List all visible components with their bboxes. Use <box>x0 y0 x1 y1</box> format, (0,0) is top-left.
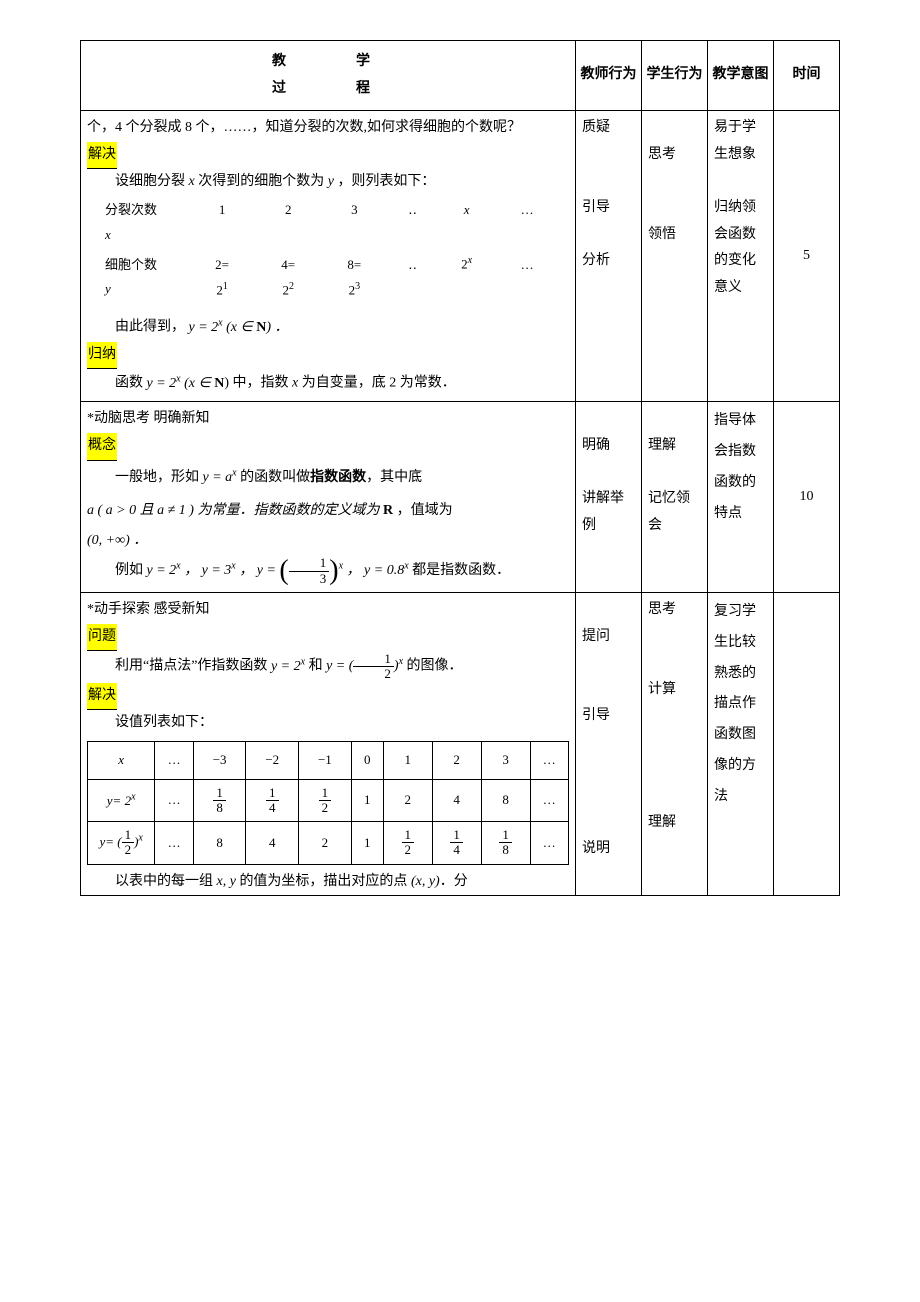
student-cell-2: 理解 记忆领会 <box>642 402 708 593</box>
paragraph: 利用“描点法”作指数函数 y = 2x 和 y = (12)x 的图像． <box>87 651 569 682</box>
header-row: 教 学 过 程 教师行为 学生行为 教学意图 时间 <box>81 41 840 111</box>
paragraph: a ( a > 0 且 a ≠ 1 ) 为常量．指数函数的定义域为 R ，值域为 <box>87 494 569 528</box>
label-solve: 解决 <box>87 683 117 711</box>
paragraph: (0, +∞) ． <box>87 528 569 555</box>
teacher-cell-1: 质疑 引导 分析 <box>576 111 642 402</box>
intent-cell-3: 复习学生比较熟悉的描点作函数图像的方法 <box>708 593 774 896</box>
lesson-plan-table: 教 学 过 程 教师行为 学生行为 教学意图 时间 个，4 个分裂成 8 个，…… <box>80 40 840 896</box>
paragraph: 由此得到， y = 2x (x ∈ N) ． <box>87 313 569 341</box>
header-teacher: 教师行为 <box>576 41 642 111</box>
table-row: *动手探索 感受新知 问题 利用“描点法”作指数函数 y = 2x 和 y = … <box>81 593 840 896</box>
section-title: *动手探索 感受新知 <box>87 597 569 624</box>
header-intent: 教学意图 <box>708 41 774 111</box>
process-cell-3: *动手探索 感受新知 问题 利用“描点法”作指数函数 y = 2x 和 y = … <box>81 593 576 896</box>
header-student: 学生行为 <box>642 41 708 111</box>
value-table: x … −3 −2 −1 0 1 2 3 … y= 2x … 18 14 12 <box>87 741 569 865</box>
intent-cell-1: 易于学生想象 归纳领会函数的变化意义 <box>708 111 774 402</box>
header-process: 教 学 过 程 <box>81 41 576 111</box>
time-cell-3 <box>774 593 840 896</box>
cell-division-table: 分裂次数x 1 2 3 ‥ x … 细胞个数y 2=21 4=22 8=23 ‥… <box>101 196 559 305</box>
table-row: *动脑思考 明确新知 概念 一般地，形如 y = ax 的函数叫做指数函数，其中… <box>81 402 840 593</box>
teacher-cell-2: 明确 讲解举例 <box>576 402 642 593</box>
process-cell-1: 个，4 个分裂成 8 个，……，知道分裂的次数,如何求得细胞的个数呢？ 解决 设… <box>81 111 576 402</box>
paragraph: 设值列表如下： <box>87 710 569 737</box>
student-cell-3: 思考 计算 理解 <box>642 593 708 896</box>
label-concept: 概念 <box>87 433 117 461</box>
teacher-cell-3: 提问 引导 说明 <box>576 593 642 896</box>
paragraph: 设细胞分裂 x 次得到的细胞个数为 y ，则列表如下： <box>87 169 569 196</box>
paragraph: 例如 y = 2x ， y = 3x ， y = (13)x ， y = 0.8… <box>87 554 569 588</box>
intent-cell-2: 指导体会指数函数的特点 <box>708 402 774 593</box>
paragraph: 个，4 个分裂成 8 个，……，知道分裂的次数,如何求得细胞的个数呢？ <box>87 115 569 142</box>
label-solve: 解决 <box>87 142 117 170</box>
process-cell-2: *动脑思考 明确新知 概念 一般地，形如 y = ax 的函数叫做指数函数，其中… <box>81 402 576 593</box>
section-title: *动脑思考 明确新知 <box>87 406 569 433</box>
table-row: 个，4 个分裂成 8 个，……，知道分裂的次数,如何求得细胞的个数呢？ 解决 设… <box>81 111 840 402</box>
label-question: 问题 <box>87 624 117 652</box>
paragraph: 以表中的每一组 x, y 的值为坐标，描出对应的点 (x, y)．分 <box>87 869 569 896</box>
paragraph: 一般地，形如 y = ax 的函数叫做指数函数，其中底 <box>87 461 569 495</box>
document-page: 教 学 过 程 教师行为 学生行为 教学意图 时间 个，4 个分裂成 8 个，…… <box>80 40 840 896</box>
student-cell-1: 思考 领悟 <box>642 111 708 402</box>
time-cell-1: 5 <box>774 111 840 402</box>
time-cell-2: 10 <box>774 402 840 593</box>
paragraph: 函数 y = 2x (x ∈ N) 中，指数 x 为自变量，底 2 为常数． <box>87 369 569 397</box>
label-summary: 归纳 <box>87 342 117 370</box>
header-time: 时间 <box>774 41 840 111</box>
